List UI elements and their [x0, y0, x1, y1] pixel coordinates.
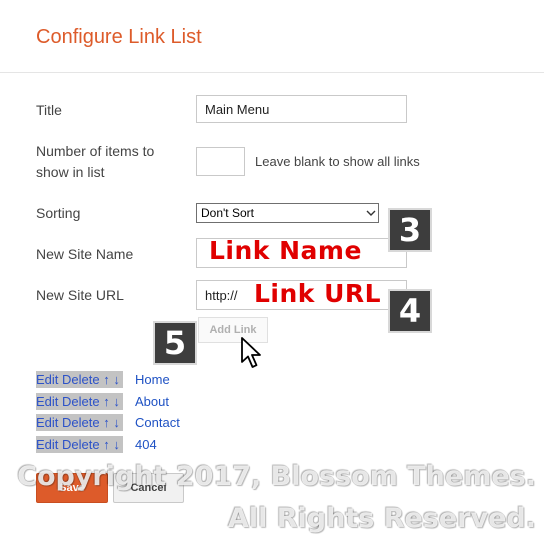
edit-link[interactable]: Edit [36, 415, 58, 430]
step-3-badge: 3 [388, 208, 432, 252]
move-up-arrow-icon[interactable]: ↑ [103, 415, 110, 430]
sorting-select[interactable]: Don't Sort [196, 203, 379, 223]
step-4-badge: 4 [388, 289, 432, 333]
move-down-arrow-icon[interactable]: ↓ [113, 415, 120, 430]
move-down-arrow-icon[interactable]: ↓ [113, 394, 120, 409]
link-name[interactable]: Contact [135, 414, 180, 431]
title-input-value: Main Menu [205, 101, 270, 117]
link-row-actions: Edit Delete ↑ ↓ [36, 393, 123, 410]
link-name[interactable]: Home [135, 371, 170, 388]
link-row-actions: Edit Delete ↑ ↓ [36, 371, 123, 388]
link-row-actions: Edit Delete ↑ ↓ [36, 414, 123, 431]
site-name-label: New Site Name [36, 246, 134, 262]
move-up-arrow-icon[interactable]: ↑ [103, 372, 110, 387]
edit-link[interactable]: Edit [36, 437, 58, 452]
link-name-annotation: Link Name [209, 236, 362, 265]
site-url-value: http:// [205, 287, 238, 303]
title-input[interactable]: Main Menu [196, 95, 407, 123]
items-label-line1: Number of items to [36, 143, 155, 159]
delete-link[interactable]: Delete [62, 437, 100, 452]
link-name[interactable]: 404 [135, 436, 157, 453]
step-5-badge: 5 [153, 321, 197, 365]
edit-link[interactable]: Edit [36, 372, 58, 387]
items-count-input[interactable] [196, 147, 245, 176]
link-row-actions: Edit Delete ↑ ↓ [36, 436, 123, 453]
dialog-title: Configure Link List [36, 26, 202, 48]
delete-link[interactable]: Delete [62, 415, 100, 430]
title-label: Title [36, 102, 62, 118]
chevron-down-icon [364, 208, 378, 218]
rights-watermark: All Rights Reserved. [227, 503, 536, 534]
items-label: Number of items to show in list [36, 141, 154, 183]
items-label-line2: show in list [36, 164, 105, 180]
sorting-label: Sorting [36, 205, 81, 221]
edit-link[interactable]: Edit [36, 394, 58, 409]
move-down-arrow-icon[interactable]: ↓ [113, 372, 120, 387]
mouse-cursor-icon [240, 336, 264, 375]
copyright-watermark: Copyright 2017, Blossom Themes. [17, 461, 536, 492]
move-up-arrow-icon[interactable]: ↑ [103, 437, 110, 452]
delete-link[interactable]: Delete [62, 372, 100, 387]
delete-link[interactable]: Delete [62, 394, 100, 409]
dialog-header: Configure Link List [0, 0, 544, 73]
site-url-label: New Site URL [36, 287, 124, 303]
move-up-arrow-icon[interactable]: ↑ [103, 394, 110, 409]
sorting-selected: Don't Sort [201, 206, 254, 220]
move-down-arrow-icon[interactable]: ↓ [113, 437, 120, 452]
link-name[interactable]: About [135, 393, 169, 410]
link-url-annotation: Link URL [254, 279, 382, 308]
items-hint: Leave blank to show all links [255, 154, 420, 169]
